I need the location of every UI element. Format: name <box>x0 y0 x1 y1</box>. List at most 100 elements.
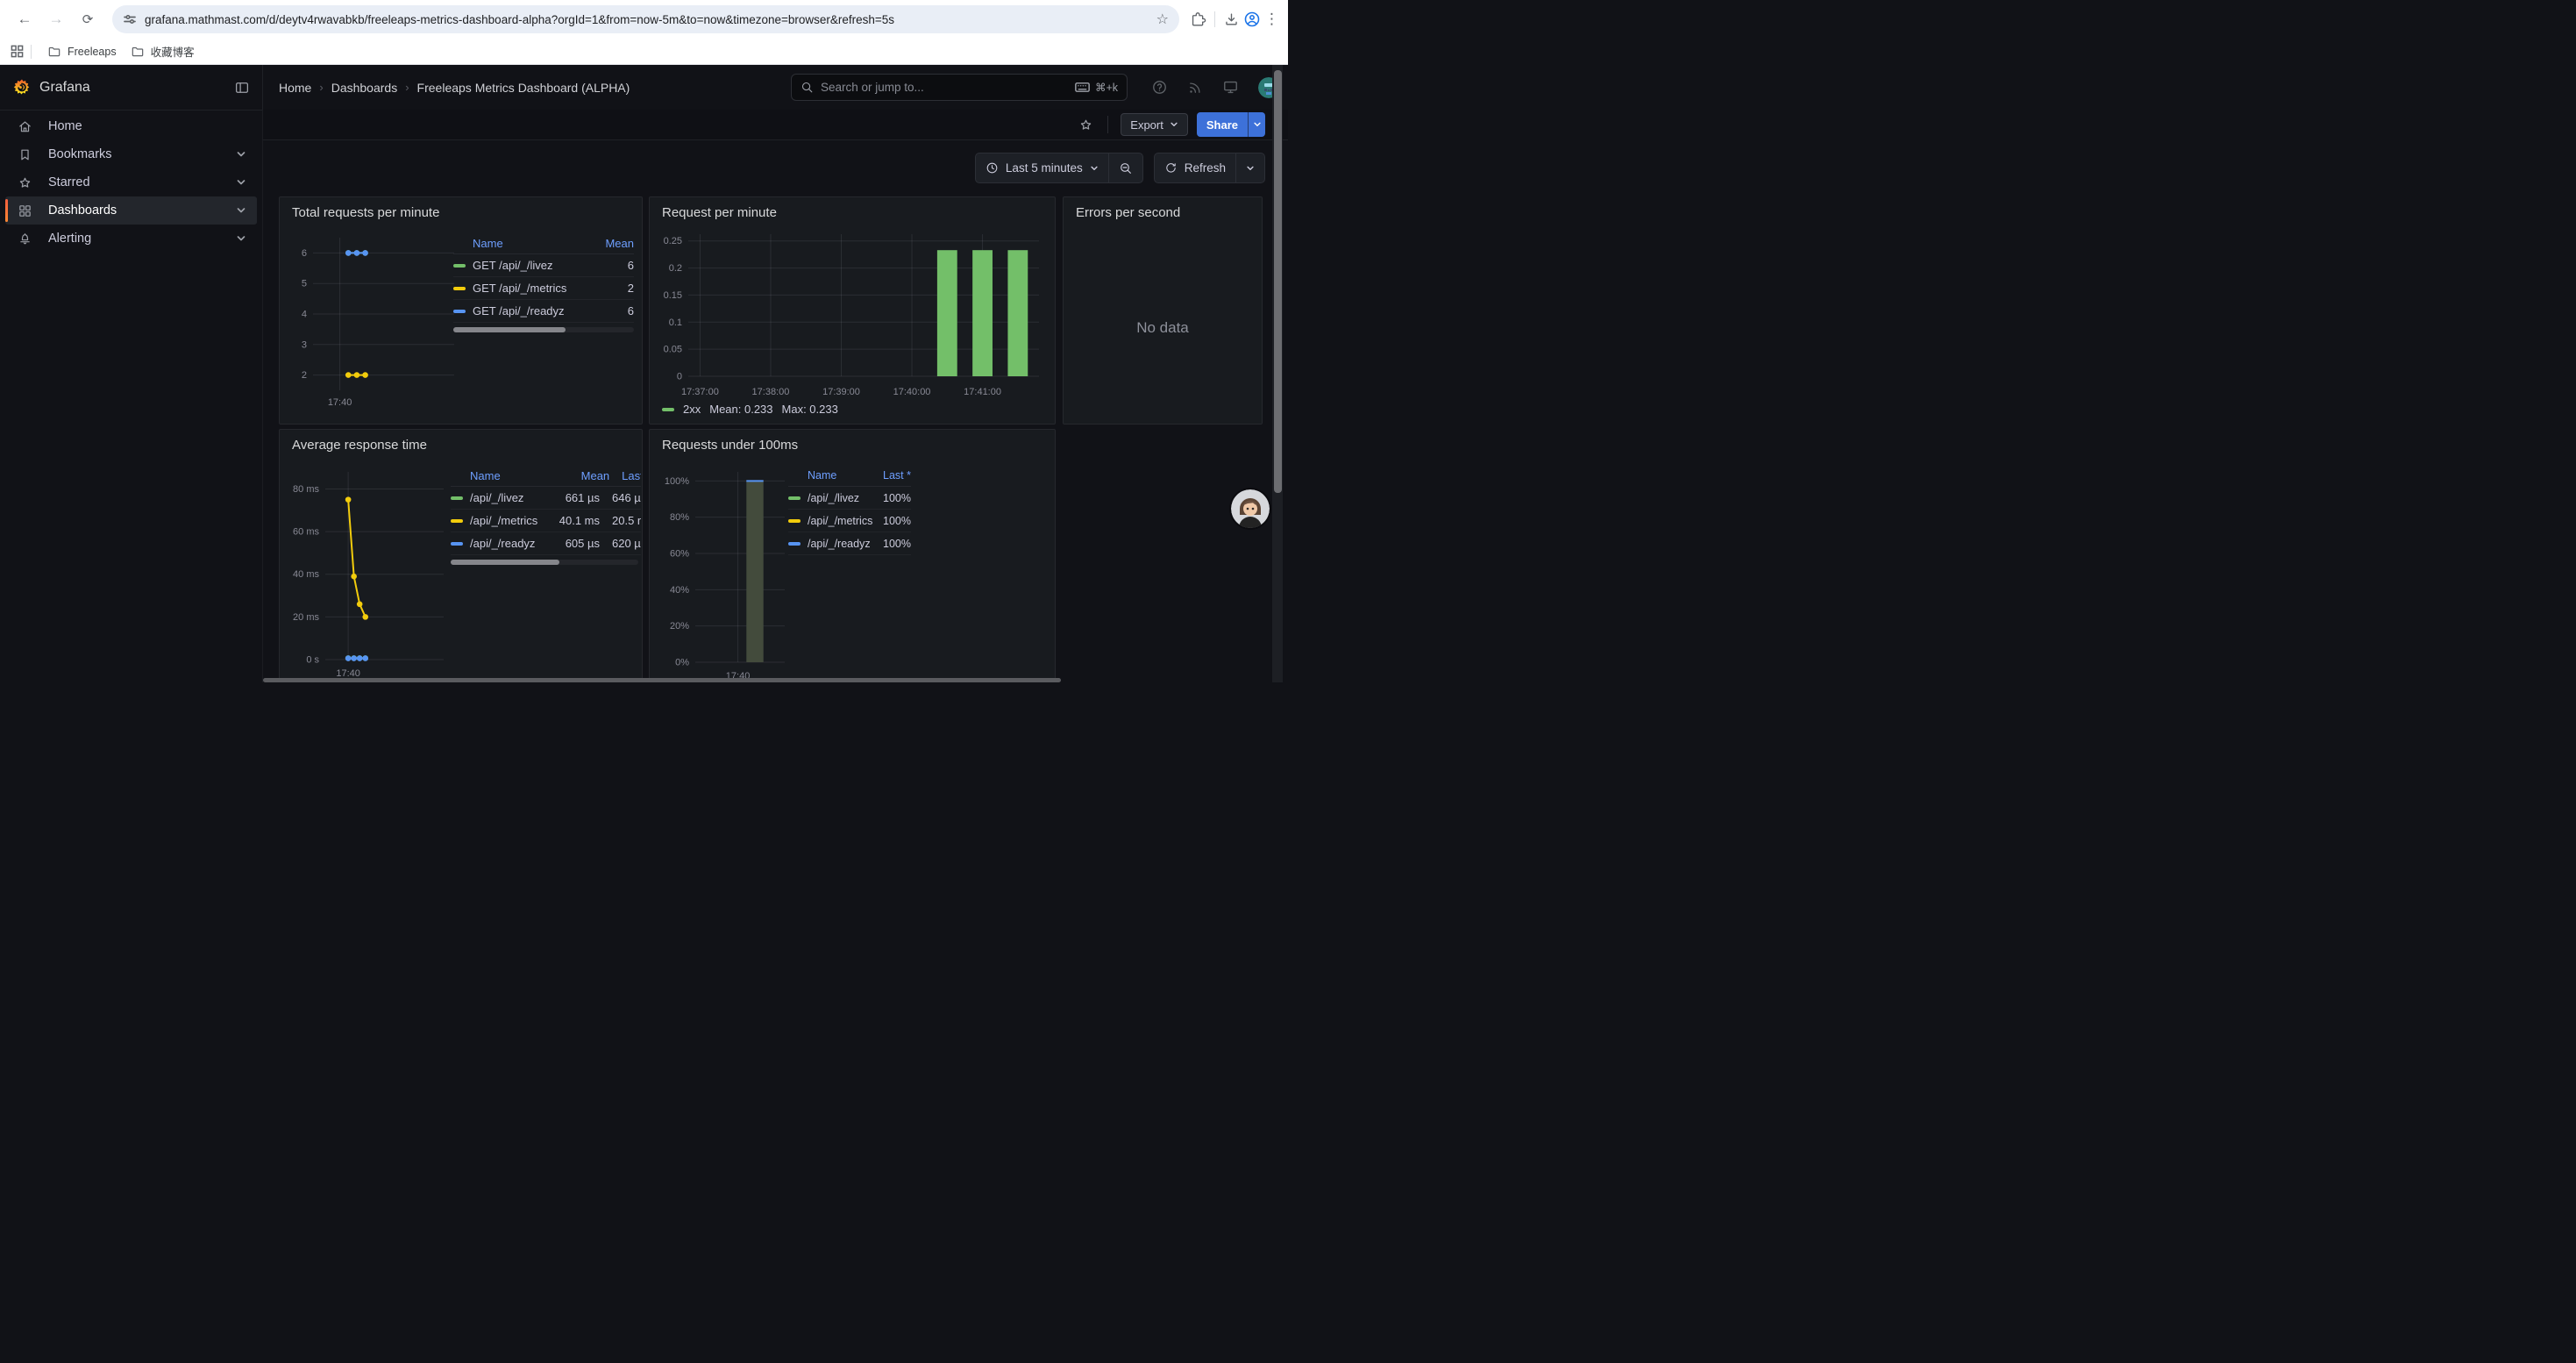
series-name[interactable]: GET /api/_/readyz <box>473 304 628 318</box>
panel-title[interactable]: Total requests per minute <box>280 197 642 220</box>
breadcrumb-dashboards[interactable]: Dashboards <box>331 81 398 95</box>
brand-zone: Grafana <box>0 65 263 110</box>
svg-text:3: 3 <box>302 339 307 350</box>
legend-header-mean[interactable]: Mean <box>559 469 609 482</box>
bookmark-star-icon[interactable]: ☆ <box>1156 11 1169 28</box>
export-button[interactable]: Export <box>1121 113 1188 136</box>
panel-errors-per-second: Errors per second No data <box>1063 196 1263 425</box>
news-rss-icon[interactable] <box>1187 80 1203 96</box>
series-mean: 6 <box>628 304 634 318</box>
legend-header-last[interactable]: Last * <box>609 469 641 482</box>
favorite-star-icon[interactable] <box>1078 118 1093 132</box>
refresh-interval-button[interactable] <box>1235 153 1264 182</box>
url-text[interactable]: grafana.mathmast.com/d/deytv4rwavabkb/fr… <box>145 13 1156 26</box>
series-name[interactable]: /api/_/readyz <box>470 537 545 550</box>
legend-row: /api/_/metrics 100% <box>788 510 911 532</box>
request-per-minute-chart[interactable]: 00.050.10.150.20.2517:37:0017:38:0017:39… <box>657 225 1050 401</box>
legend-row: GET /api/_/livez 6 <box>453 254 634 277</box>
series-name[interactable]: /api/_/livez <box>808 492 883 504</box>
series-name[interactable]: /api/_/readyz <box>808 538 883 550</box>
legend-scrollbar[interactable] <box>451 560 638 565</box>
breadcrumb-home[interactable]: Home <box>279 81 311 95</box>
bookmarks-divider <box>31 45 32 59</box>
series-name[interactable]: /api/_/metrics <box>470 514 545 527</box>
search-input[interactable]: Search or jump to... ⌘+k <box>791 74 1128 101</box>
series-last: 100% <box>883 538 911 550</box>
back-icon[interactable]: ← <box>11 6 38 32</box>
share-button[interactable]: Share <box>1197 112 1248 137</box>
sidebar-item-dashboards[interactable]: Dashboards <box>5 196 257 225</box>
legend-header-name[interactable]: Name <box>788 469 883 482</box>
series-name[interactable]: /api/_/livez <box>470 491 545 504</box>
panel-title[interactable]: Average response time <box>280 430 642 453</box>
legend-header-name[interactable]: Name <box>451 469 559 482</box>
series-swatch <box>451 496 463 500</box>
browser-menu-icon[interactable]: ⋮ <box>1264 11 1279 28</box>
breadcrumb-current[interactable]: Freeleaps Metrics Dashboard (ALPHA) <box>417 81 630 95</box>
horizontal-scrollbar-thumb[interactable] <box>263 678 1061 682</box>
panel-title[interactable]: Requests under 100ms <box>650 430 1055 453</box>
legend-header-mean[interactable]: Mean <box>605 237 634 250</box>
download-icon[interactable] <box>1223 11 1240 28</box>
zoom-out-button[interactable] <box>1108 153 1142 182</box>
bookmark-folder-blogs[interactable]: 收藏博客 <box>124 40 202 62</box>
sidebar-item-alerting[interactable]: Alerting <box>5 225 257 253</box>
series-name[interactable]: GET /api/_/livez <box>473 259 628 272</box>
svg-text:17:41:00: 17:41:00 <box>964 387 1001 397</box>
chevron-down-icon[interactable] <box>236 177 246 188</box>
series-last: 20.5 ms <box>600 514 641 527</box>
chart-legend: 2xx Mean: 0.233 Max: 0.233 <box>662 403 838 416</box>
breadcrumb-separator: › <box>319 81 323 94</box>
refresh-button[interactable]: Refresh <box>1155 153 1235 182</box>
sidebar-item-bookmarks[interactable]: Bookmarks <box>5 140 257 168</box>
collapse-menu-icon[interactable] <box>234 80 250 96</box>
grafana-header: Grafana Home › Dashboards › Freeleaps Me… <box>0 65 1288 111</box>
requests-under-100ms-chart[interactable]: 0%20%40%60%80%100%17:40 <box>658 461 790 682</box>
average-response-time-chart[interactable]: 0 s20 ms40 ms60 ms80 ms17:40 <box>288 461 451 682</box>
svg-text:80 ms: 80 ms <box>293 484 319 495</box>
panel-title[interactable]: Request per minute <box>650 197 1055 220</box>
legend-header: Name Mean <box>453 232 634 254</box>
svg-text:0.25: 0.25 <box>664 236 682 246</box>
legend-header-name[interactable]: Name <box>453 237 605 250</box>
svg-text:20%: 20% <box>670 621 689 632</box>
bookmark-folder-freeleaps[interactable]: Freeleaps <box>40 42 124 61</box>
series-mean: 661 µs <box>545 491 600 504</box>
series-name[interactable]: GET /api/_/metrics <box>473 282 628 295</box>
time-range-picker[interactable]: Last 5 minutes <box>976 153 1108 182</box>
apps-grid-icon[interactable] <box>11 45 24 58</box>
svg-text:60%: 60% <box>670 549 689 560</box>
svg-text:40%: 40% <box>670 585 689 596</box>
grafana-logo[interactable] <box>12 78 32 97</box>
profile-icon[interactable] <box>1243 11 1261 28</box>
address-bar[interactable]: grafana.mathmast.com/d/deytv4rwavabkb/fr… <box>112 5 1179 33</box>
chevron-down-icon <box>1170 120 1178 129</box>
help-icon[interactable] <box>1151 79 1168 96</box>
svg-text:2: 2 <box>302 370 307 381</box>
series-mean: 6 <box>628 259 634 272</box>
chevron-down-icon[interactable] <box>236 233 246 244</box>
legend-header-last[interactable]: Last * <box>883 469 911 482</box>
kiosk-monitor-icon[interactable] <box>1222 79 1239 96</box>
legend-row: /api/_/livez 100% <box>788 487 911 510</box>
reload-icon[interactable]: ⟳ <box>75 6 101 32</box>
extensions-icon[interactable] <box>1190 11 1206 28</box>
forward-icon[interactable]: → <box>43 6 69 32</box>
series-name[interactable]: /api/_/metrics <box>808 515 883 527</box>
assistant-avatar[interactable] <box>1231 489 1270 528</box>
site-settings-icon[interactable] <box>123 12 137 26</box>
chevron-down-icon[interactable] <box>236 149 246 160</box>
bookmark-label: 收藏博客 <box>151 43 195 60</box>
svg-text:5: 5 <box>302 279 307 289</box>
vertical-scrollbar-thumb[interactable] <box>1274 70 1282 493</box>
grafana-app: Grafana Home › Dashboards › Freeleaps Me… <box>0 65 1288 682</box>
legend-scrollbar[interactable] <box>453 327 634 332</box>
chevron-down-icon[interactable] <box>236 205 246 216</box>
sidebar-item-starred[interactable]: Starred <box>5 168 257 196</box>
home-icon <box>18 119 32 134</box>
panel-title[interactable]: Errors per second <box>1064 197 1262 220</box>
total-requests-chart[interactable]: 2345617:40 <box>290 229 461 411</box>
series-name[interactable]: 2xx <box>683 403 701 416</box>
share-menu-button[interactable] <box>1248 112 1265 137</box>
sidebar-item-home[interactable]: Home <box>5 112 257 140</box>
